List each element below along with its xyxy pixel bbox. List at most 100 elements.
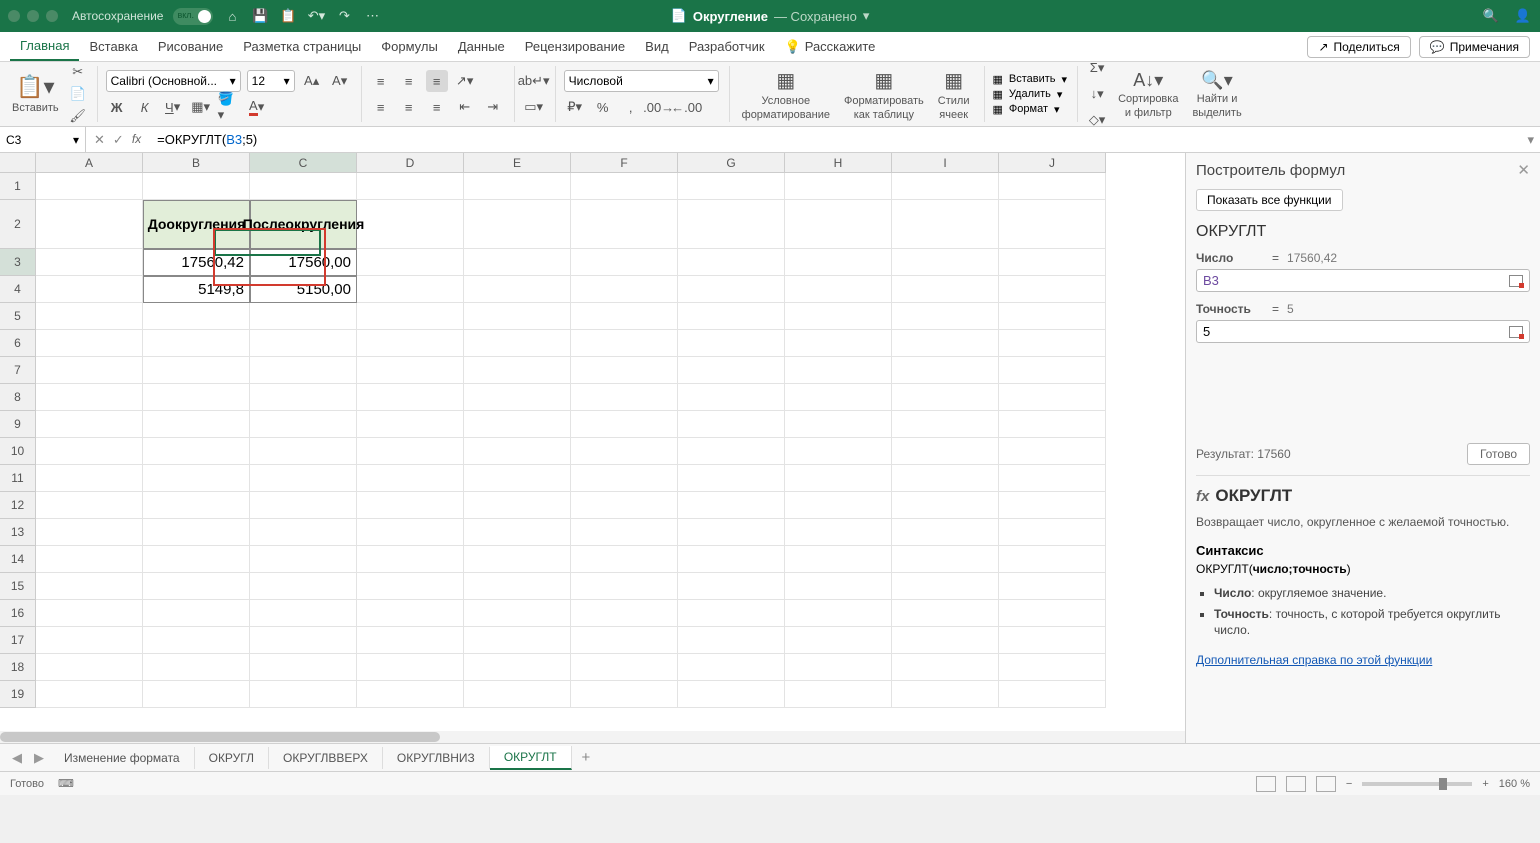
cell[interactable] [36, 303, 143, 330]
cell[interactable] [999, 173, 1106, 200]
cell[interactable] [143, 303, 250, 330]
sheet-tab[interactable]: ОКРУГЛВНИЗ [383, 747, 490, 769]
cell-b4[interactable]: 5149,8 [143, 276, 250, 303]
cell[interactable] [678, 519, 785, 546]
normal-view-icon[interactable] [1256, 776, 1276, 792]
cell[interactable] [571, 654, 678, 681]
cell[interactable] [250, 438, 357, 465]
accept-formula-icon[interactable]: ✓ [113, 132, 124, 148]
cell[interactable] [464, 573, 571, 600]
align-middle-icon[interactable]: ≡ [398, 70, 420, 92]
cell[interactable] [999, 546, 1106, 573]
cell[interactable] [678, 411, 785, 438]
tab-nav-next-icon[interactable]: ▶ [28, 750, 50, 766]
name-box-dropdown-icon[interactable]: ▾ [73, 133, 79, 147]
cell[interactable] [892, 492, 999, 519]
cell[interactable] [143, 357, 250, 384]
cell[interactable] [464, 519, 571, 546]
cell[interactable] [571, 573, 678, 600]
sheet-tab[interactable]: ОКРУГЛ [195, 747, 269, 769]
cell[interactable] [464, 654, 571, 681]
cell[interactable] [571, 384, 678, 411]
more-help-link[interactable]: Дополнительная справка по этой функции [1196, 653, 1530, 667]
expand-formula-bar-icon[interactable]: ▾ [1521, 132, 1540, 148]
cell[interactable] [678, 200, 785, 249]
cell[interactable] [785, 384, 892, 411]
page-layout-view-icon[interactable] [1286, 776, 1306, 792]
save-icon[interactable]: 💾 [251, 7, 269, 25]
cell[interactable] [357, 303, 464, 330]
tab-developer[interactable]: Разработчик [679, 33, 775, 60]
cell[interactable] [571, 249, 678, 276]
cell[interactable] [892, 519, 999, 546]
format-painter-icon[interactable]: 🖌 [69, 107, 87, 125]
align-bottom-icon[interactable]: ≡ [426, 70, 448, 92]
cell[interactable] [464, 600, 571, 627]
cell[interactable] [999, 249, 1106, 276]
cell[interactable] [36, 173, 143, 200]
row-header[interactable]: 11 [0, 465, 36, 492]
row-header[interactable]: 5 [0, 303, 36, 330]
sheet-tab-active[interactable]: ОКРУГЛТ [490, 746, 572, 770]
col-header[interactable]: G [678, 153, 785, 173]
cell[interactable] [464, 681, 571, 708]
cell[interactable] [464, 627, 571, 654]
cell[interactable] [464, 276, 571, 303]
horizontal-scrollbar[interactable] [0, 731, 1185, 743]
home-icon[interactable]: ⌂ [223, 7, 241, 25]
row-header[interactable]: 19 [0, 681, 36, 708]
number-format-combo[interactable]: Числовой▾ [564, 70, 719, 92]
cell[interactable] [143, 411, 250, 438]
cell[interactable] [892, 654, 999, 681]
wrap-text-icon[interactable]: ab↵▾ [523, 70, 545, 92]
find-select-button[interactable]: 🔍▾Найти ивыделить [1188, 68, 1245, 121]
cell[interactable] [36, 357, 143, 384]
cell[interactable] [571, 627, 678, 654]
cell[interactable] [357, 546, 464, 573]
arg2-input[interactable]: 5 [1196, 320, 1530, 343]
cell[interactable] [892, 546, 999, 573]
cell[interactable] [571, 330, 678, 357]
row-header[interactable]: 7 [0, 357, 36, 384]
cell[interactable] [143, 600, 250, 627]
name-box[interactable]: C3▾ [0, 127, 86, 152]
font-name-combo[interactable]: Calibri (Основной...▾ [106, 70, 241, 92]
cell[interactable] [36, 438, 143, 465]
zoom-out-icon[interactable]: − [1346, 778, 1352, 790]
cell[interactable] [571, 303, 678, 330]
cell[interactable] [892, 627, 999, 654]
cell[interactable] [892, 573, 999, 600]
formula-input[interactable]: =ОКРУГЛТ(B3;5) [153, 132, 1521, 148]
col-header[interactable]: E [464, 153, 571, 173]
cell[interactable] [571, 492, 678, 519]
row-header[interactable]: 10 [0, 438, 36, 465]
cell[interactable] [357, 276, 464, 303]
zoom-in-icon[interactable]: + [1482, 778, 1488, 790]
cell[interactable] [143, 173, 250, 200]
row-header[interactable]: 4 [0, 276, 36, 303]
cell[interactable] [357, 200, 464, 249]
cell[interactable] [250, 681, 357, 708]
cell[interactable] [678, 357, 785, 384]
conditional-formatting-button[interactable]: ▦Условноеформатирование [738, 66, 834, 123]
show-all-functions-button[interactable]: Показать все функции [1196, 189, 1343, 211]
cell[interactable] [785, 465, 892, 492]
cell[interactable] [999, 330, 1106, 357]
undo-icon[interactable]: ↶▾ [307, 7, 325, 25]
cell[interactable] [892, 600, 999, 627]
cell-styles-button[interactable]: ▦Стилиячеек [934, 66, 974, 123]
merge-cells-icon[interactable]: ▭▾ [523, 96, 545, 118]
cell[interactable] [999, 200, 1106, 249]
worksheet-grid[interactable]: A B C D E F G H I J 1 2 3 4 5 6 7 8 9 10… [0, 153, 1185, 743]
font-size-combo[interactable]: 12▾ [247, 70, 295, 92]
cell[interactable] [357, 384, 464, 411]
cell[interactable] [999, 384, 1106, 411]
cell[interactable] [250, 627, 357, 654]
cell[interactable] [571, 600, 678, 627]
cell[interactable] [999, 519, 1106, 546]
clear-icon[interactable]: ◇▾ [1086, 109, 1108, 131]
cell[interactable] [357, 438, 464, 465]
cell[interactable] [999, 600, 1106, 627]
accessibility-icon[interactable]: ⌨ [58, 777, 74, 790]
row-header[interactable]: 9 [0, 411, 36, 438]
